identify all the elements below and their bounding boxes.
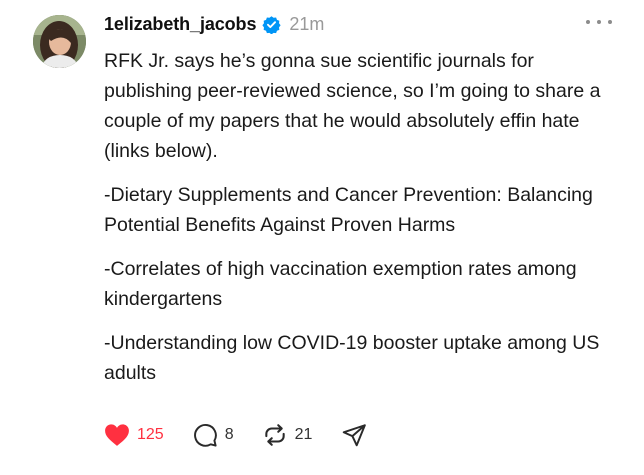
post-text-paragraph: RFK Jr. says he’s gonna sue scientific j…: [104, 50, 601, 162]
repost-count: 21: [294, 426, 313, 443]
dot: [586, 20, 590, 24]
send-icon: [340, 422, 368, 448]
repost-button[interactable]: 21: [262, 422, 313, 448]
dot: [608, 20, 612, 24]
avatar-image: [33, 15, 86, 68]
avatar[interactable]: [33, 15, 86, 68]
like-button[interactable]: 125: [104, 423, 164, 447]
verified-badge-icon: [262, 15, 281, 34]
username[interactable]: 1elizabeth_jacobs: [104, 14, 256, 35]
thread-post: 1elizabeth_jacobs 21m RFK Jr. says he’s …: [0, 0, 644, 475]
comment-icon: [192, 422, 218, 448]
post-body: RFK Jr. says he’s gonna sue scientific j…: [104, 46, 624, 402]
more-options-icon[interactable]: [586, 12, 612, 32]
post-text-paragraph: -Correlates of high vaccination exemptio…: [104, 258, 577, 310]
action-bar: 125 8 21: [104, 420, 396, 450]
reply-count: 8: [224, 426, 234, 443]
dot: [597, 20, 601, 24]
share-button[interactable]: [340, 422, 368, 448]
reply-button[interactable]: 8: [192, 422, 234, 448]
post-text-paragraph: -Understanding low COVID-19 booster upta…: [104, 332, 600, 384]
repost-icon: [262, 422, 288, 448]
post-header: 1elizabeth_jacobs 21m: [104, 10, 324, 38]
like-count: 125: [137, 426, 164, 443]
heart-filled-icon: [104, 423, 130, 447]
timestamp[interactable]: 21m: [289, 14, 324, 35]
post-text-paragraph: -Dietary Supplements and Cancer Preventi…: [104, 184, 593, 236]
